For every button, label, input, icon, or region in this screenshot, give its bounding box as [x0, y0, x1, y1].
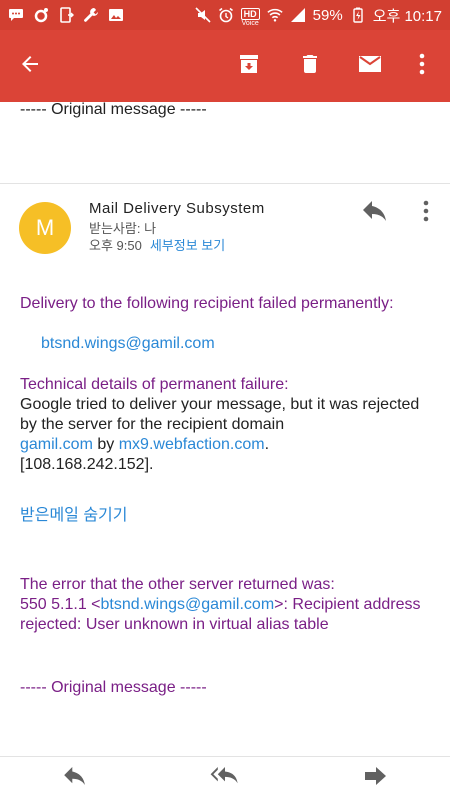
view-details-link[interactable]: 세부정보 보기	[150, 238, 225, 253]
error-email-link[interactable]: btsnd.wings@gamil.com	[101, 596, 275, 613]
more-vert-icon	[419, 53, 425, 80]
hide-quoted-link-row: 받은메일 숨기기	[20, 506, 435, 526]
technical-details-sentence: Google tried to deliver your message, bu…	[20, 396, 420, 433]
mail-icon	[357, 52, 383, 81]
error-block: The error that the other server returned…	[20, 575, 435, 635]
voice-label: Voice	[241, 19, 259, 27]
error-heading: The error that the other server returned…	[20, 576, 335, 593]
reply-icon	[63, 767, 87, 790]
battery-percent: 59%	[312, 6, 343, 24]
message-time: 오후 9:50	[89, 238, 142, 253]
message-time-line: 오후 9:50 세부정보 보기	[89, 235, 225, 254]
delete-button[interactable]	[286, 30, 334, 102]
by-word: by	[97, 436, 115, 453]
archive-button[interactable]	[225, 30, 273, 102]
hide-quoted-link[interactable]: 받은메일 숨기기	[20, 507, 128, 524]
reply-icon	[362, 200, 388, 226]
divider	[0, 183, 450, 184]
archive-icon	[237, 52, 261, 81]
status-bar: HD Voice 59% 오후 10:17	[0, 0, 450, 30]
previous-original-message: ----- Original message -----	[20, 101, 207, 118]
forward-icon	[364, 767, 386, 790]
technical-details-text: Google tried to deliver your message, bu…	[20, 395, 435, 475]
more-options-button[interactable]	[398, 30, 446, 102]
sender-avatar[interactable]: M	[19, 202, 71, 254]
gallery-icon	[108, 7, 124, 23]
status-notifications	[8, 7, 124, 23]
server-link[interactable]: mx9.webfaction.com	[119, 436, 265, 453]
hd-voice-badge: HD Voice	[240, 4, 260, 27]
mark-unread-button[interactable]	[346, 30, 394, 102]
reply-button[interactable]	[358, 198, 392, 228]
hd-label: HD	[240, 7, 260, 20]
bottom-action-bar	[0, 757, 450, 800]
ip-address: [108.168.242.152].	[20, 456, 154, 473]
alarm-icon	[218, 7, 234, 23]
sender-name: Mail Delivery Subsystem	[89, 200, 265, 217]
wifi-icon	[267, 7, 283, 23]
failed-recipient-link: btsnd.wings@gamil.com	[41, 334, 450, 354]
signal-icon	[290, 7, 306, 23]
error-message: 550 5.1.1 <btsnd.wings@gamil.com>: Recip…	[20, 595, 435, 635]
message-more-button[interactable]	[414, 198, 438, 228]
chat-bubble-icon	[8, 7, 24, 23]
delete-icon	[298, 52, 322, 81]
delivery-failed-heading: Delivery to the following recipient fail…	[20, 295, 394, 312]
mute-icon	[195, 7, 211, 23]
clock: 오후 10:17	[372, 7, 442, 25]
forward-button[interactable]	[345, 757, 405, 800]
more-vert-icon	[423, 200, 429, 227]
wrench-icon	[83, 7, 99, 23]
error-code-prefix: 550 5.1.1 <	[20, 596, 101, 613]
reply-bottom-button[interactable]	[45, 757, 105, 800]
reply-all-button[interactable]	[195, 757, 255, 800]
status-system: HD Voice 59% 오후 10:17	[195, 4, 442, 27]
message-toolbar	[0, 30, 450, 102]
ring-icon	[33, 7, 49, 23]
battery-charging-icon	[350, 7, 366, 23]
technical-details-block: Technical details of permanent failure: …	[20, 375, 435, 475]
back-button[interactable]	[6, 30, 54, 102]
period: .	[264, 436, 270, 453]
technical-details-heading: Technical details of permanent failure:	[20, 376, 289, 393]
domain-link[interactable]: gamil.com	[20, 436, 93, 453]
screenshot-icon	[58, 7, 74, 23]
back-arrow-icon	[18, 52, 42, 81]
failed-recipient-email[interactable]: btsnd.wings@gamil.com	[41, 335, 215, 352]
original-message-separator: ----- Original message -----	[20, 679, 207, 696]
reply-all-icon	[209, 767, 241, 790]
